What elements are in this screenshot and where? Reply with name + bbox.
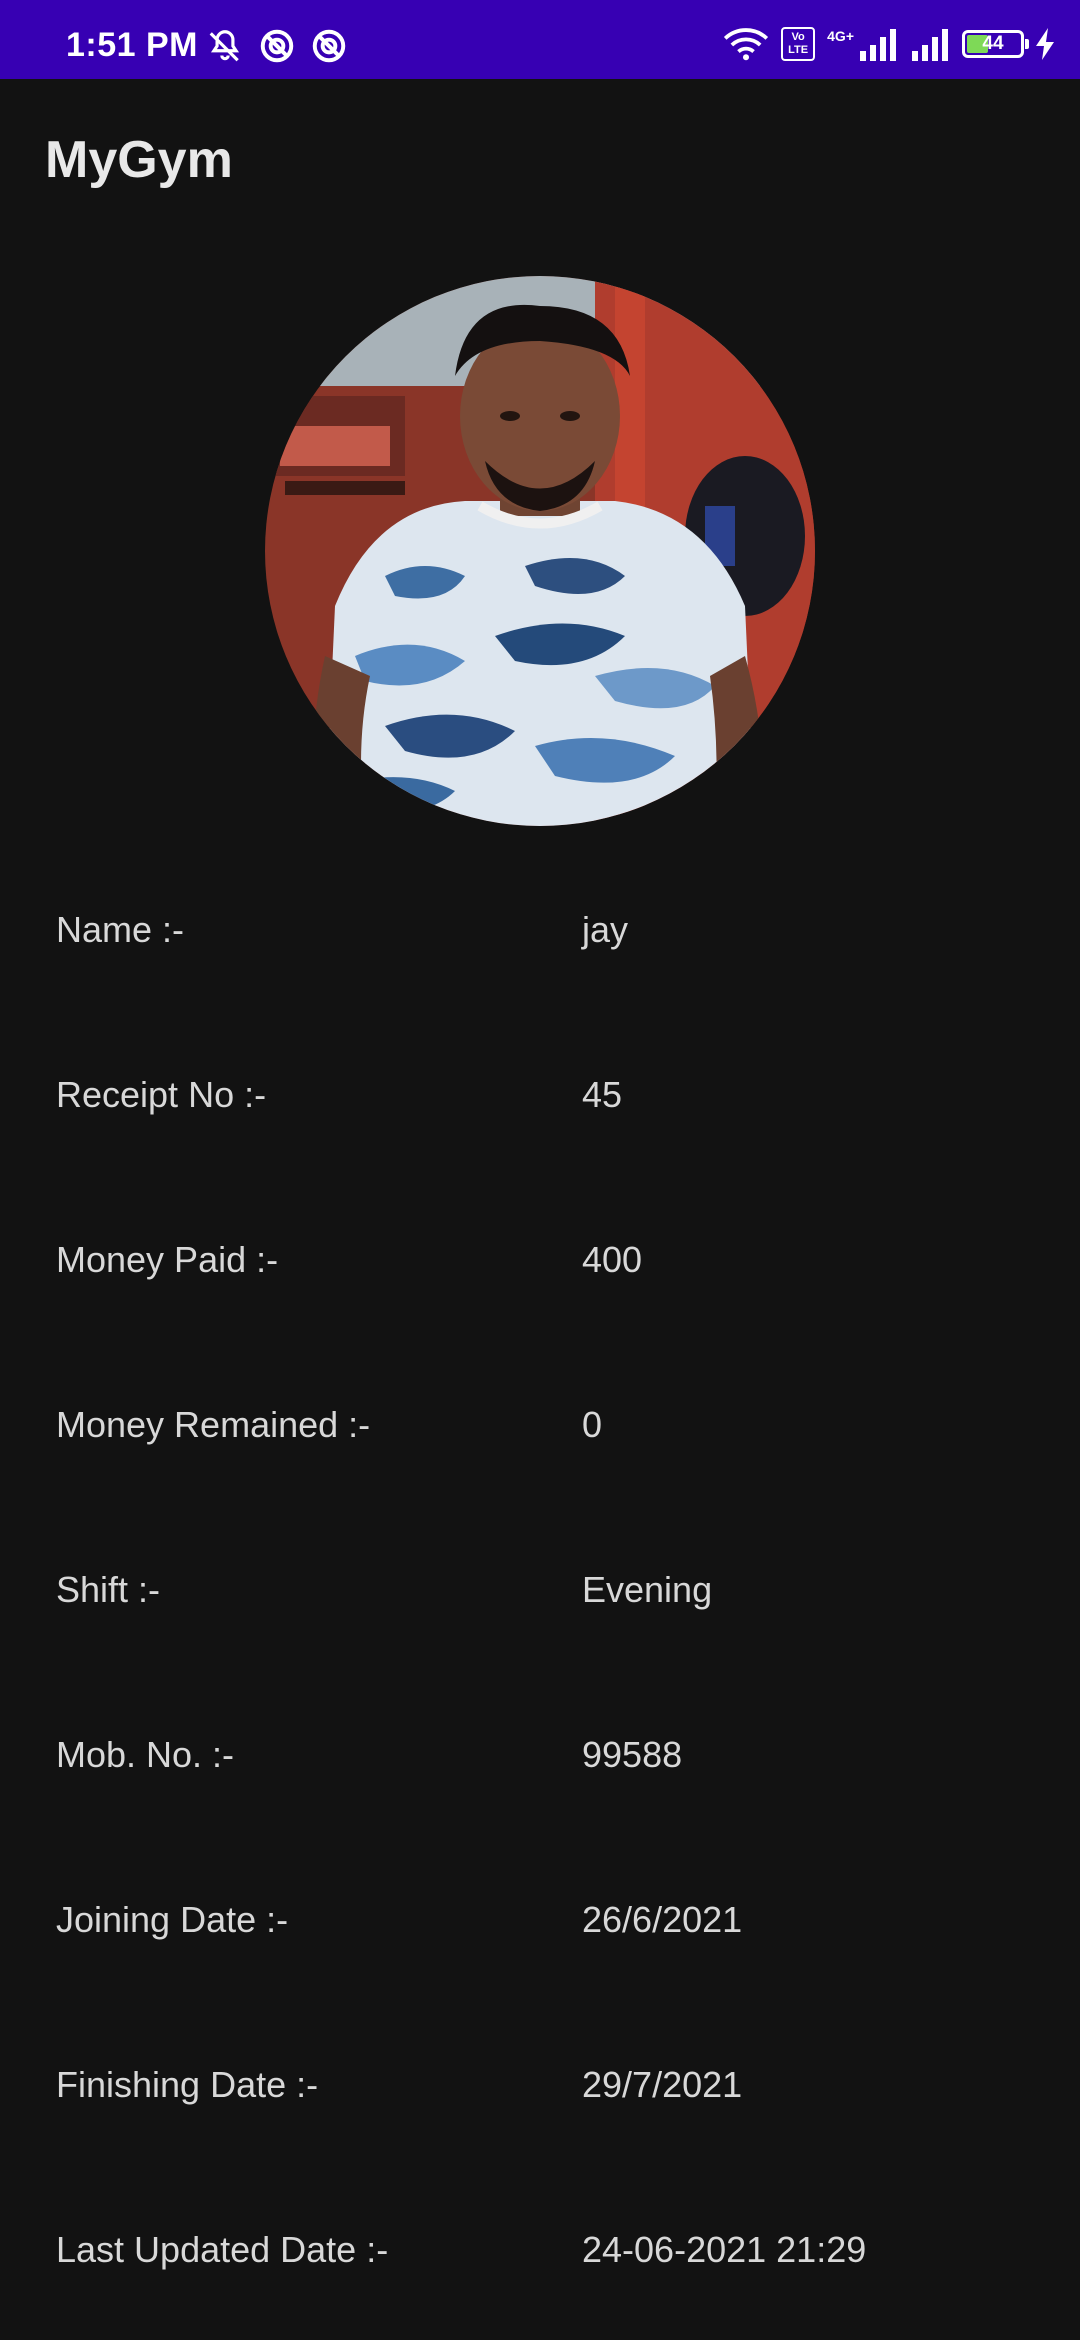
detail-label: Name :- <box>56 909 185 950</box>
detail-value: 29/7/2021 <box>582 2064 743 2105</box>
detail-value: 45 <box>582 1074 623 1115</box>
status-time: 1:51 PM <box>66 26 198 64</box>
network-type-label: 4G+ <box>827 28 854 44</box>
detail-value: 0 <box>582 1404 603 1445</box>
detail-value: Evening <box>582 1569 713 1610</box>
detail-label: Joining Date :- <box>56 1899 289 1940</box>
detail-row-mobile: Mob. No. :- 99588 <box>0 1715 1080 1795</box>
detail-label: Money Remained :- <box>56 1404 371 1445</box>
detail-label: Finishing Date :- <box>56 2064 319 2105</box>
status-right-icons: Vo LTE 4G+ 44 <box>723 27 1056 61</box>
detail-row-receipt: Receipt No :- 45 <box>0 1055 1080 1135</box>
detail-value: 99588 <box>582 1734 683 1775</box>
mute-bell-icon <box>209 30 240 62</box>
member-photo[interactable] <box>265 276 815 826</box>
wifi-icon <box>724 28 769 61</box>
detail-value: 26/6/2021 <box>582 1899 743 1940</box>
volte-icon: Vo LTE <box>781 27 816 61</box>
member-detail-screen: 1:51 PM Vo LTE 4G+ 44 MyGym Name:- jay … <box>0 0 1080 2340</box>
charging-icon <box>1036 28 1054 60</box>
signal-icon <box>860 29 896 61</box>
detail-label: Receipt No :- <box>56 1074 267 1115</box>
detail-row-money-paid: Money Paid :- 400 <box>0 1220 1080 1300</box>
status-left-icons <box>206 27 348 65</box>
detail-value: 24-06-2021 21:29 <box>582 2229 867 2270</box>
detail-label: Shift :- <box>56 1569 161 1610</box>
detail-label: Mob. No. :- <box>56 1734 235 1775</box>
detail-label: Last Updated Date :- <box>56 2229 389 2270</box>
detail-row-last-updated: Last Updated Date :- 24-06-2021 21:29 <box>0 2210 1080 2290</box>
member-photo-image <box>265 276 815 826</box>
signal-icon <box>912 29 948 61</box>
battery-level: 44 <box>982 33 1004 54</box>
detail-row-joining-date: Joining Date :- 26/6/2021 <box>0 1880 1080 1960</box>
detail-label: Money Paid :- <box>56 1239 279 1280</box>
detail-value: jay <box>582 909 629 950</box>
sync-off-icon <box>312 29 346 63</box>
detail-row-finishing-date: Finishing Date :- 29/7/2021 <box>0 2045 1080 2125</box>
detail-value: 400 <box>582 1239 643 1280</box>
sync-off-icon <box>260 29 294 63</box>
detail-row-name: Name :- jay <box>0 890 1080 970</box>
detail-row-shift: Shift :- Evening <box>0 1550 1080 1630</box>
detail-row-money-remained: Money Remained :- 0 <box>0 1385 1080 1465</box>
app-title: MyGym <box>45 131 233 189</box>
status-bar: 1:51 PM Vo LTE 4G+ 44 <box>0 0 1080 79</box>
battery-icon: 44 <box>962 30 1029 58</box>
